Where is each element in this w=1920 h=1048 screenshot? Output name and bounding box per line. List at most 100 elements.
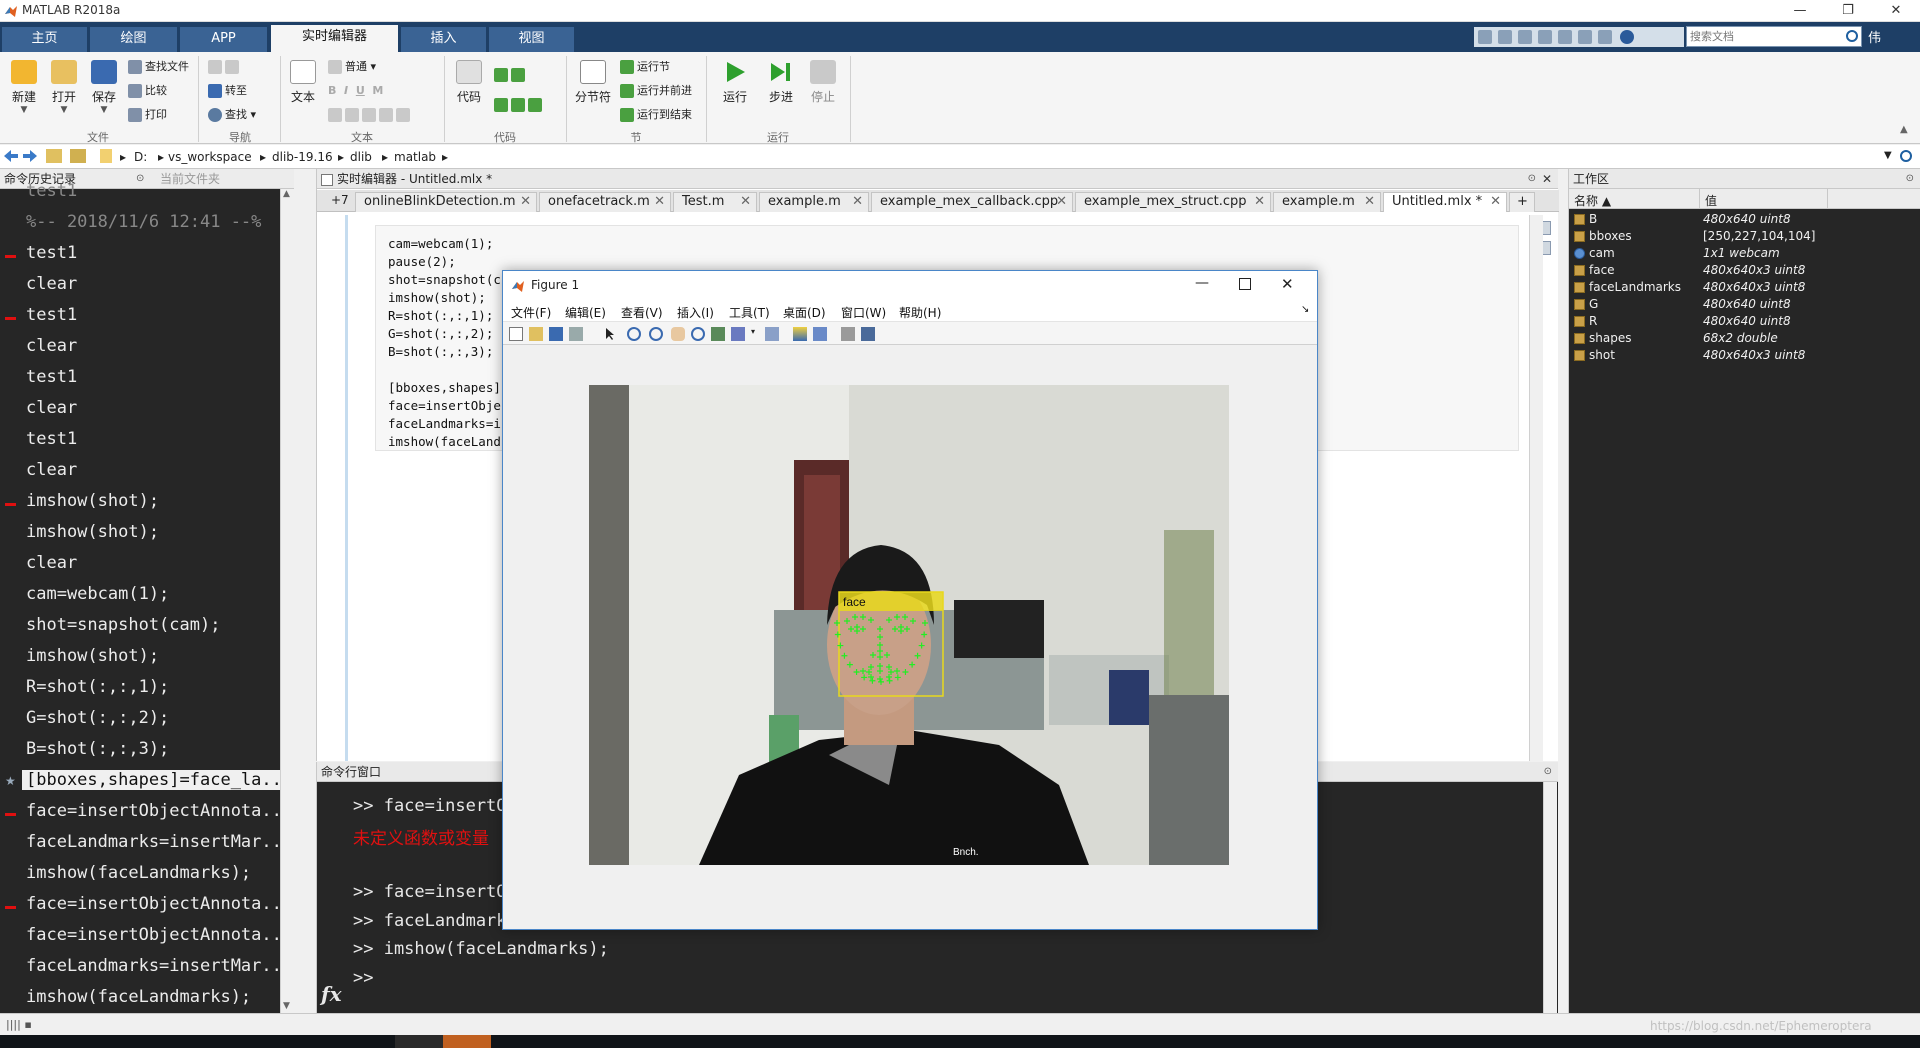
function-browser-button[interactable]: fx xyxy=(321,982,342,1006)
history-item[interactable]: cam=webcam(1); xyxy=(26,584,169,604)
history-item[interactable]: clear xyxy=(26,553,77,573)
code-line[interactable]: imshow(shot); xyxy=(388,290,486,305)
history-item[interactable]: %-- 2018/11/6 12:41 --% xyxy=(26,212,261,232)
workspace-variable-row[interactable]: R 480x640 uint8 xyxy=(1569,313,1920,330)
editor-tab[interactable]: onefacetrack.m ✕ xyxy=(539,192,671,212)
brush-icon[interactable] xyxy=(731,327,745,341)
figure-image-axes[interactable]: Bnch. face xyxy=(589,385,1229,865)
command-input[interactable] xyxy=(347,978,1537,1008)
history-item[interactable]: face=insertObjectAnnota... xyxy=(26,925,292,945)
history-item[interactable]: clear xyxy=(26,274,77,294)
workspace-options-icon[interactable]: ⊙ xyxy=(1906,169,1914,189)
stop-button[interactable]: 停止 xyxy=(806,60,840,105)
close-tab-icon[interactable]: ✕ xyxy=(1490,193,1501,211)
figure-menu-view[interactable]: 查看(V) xyxy=(621,304,663,321)
history-item[interactable]: test1 xyxy=(26,181,77,201)
close-tab-icon[interactable]: ✕ xyxy=(654,193,665,211)
figure-menu-insert[interactable]: 插入(I) xyxy=(677,304,714,321)
breadcrumb-item[interactable]: dlib-19.16 xyxy=(272,150,333,164)
code-line[interactable]: pause(2); xyxy=(388,254,456,269)
history-item[interactable]: clear xyxy=(26,460,77,480)
new-button[interactable]: 新建 ▼ xyxy=(6,60,42,115)
command-window-options-icon[interactable]: ⊙ xyxy=(1544,762,1552,782)
editor-tab[interactable]: example_mex_struct.cpp ✕ xyxy=(1075,192,1271,212)
close-button[interactable]: ✕ xyxy=(1876,0,1916,22)
code-indent-buttons[interactable] xyxy=(494,96,545,114)
editor-options-icon[interactable]: ⊙ xyxy=(1528,169,1536,189)
figure-menu-desktop[interactable]: 桌面(D) xyxy=(783,304,826,321)
command-scrollbar[interactable] xyxy=(1543,782,1557,1014)
close-tab-icon[interactable]: ✕ xyxy=(1364,193,1375,211)
editor-close-icon[interactable]: ✕ xyxy=(1542,169,1552,189)
history-options-icon[interactable]: ⊙ xyxy=(136,169,144,189)
zoom-in-icon[interactable] xyxy=(627,327,641,341)
current-folder-tab[interactable]: 当前文件夹 xyxy=(160,169,220,189)
figure-menu-tools[interactable]: 工具(T) xyxy=(729,304,770,321)
cut-icon[interactable] xyxy=(1498,30,1512,44)
close-tab-icon[interactable]: ✕ xyxy=(852,193,863,211)
save-button[interactable]: 保存 ▼ xyxy=(86,60,122,115)
figure-window[interactable]: Figure 1 — ✕ 文件(F) 编辑(E) 查看(V) 插入(I) 工具(… xyxy=(502,270,1318,930)
history-item[interactable]: imshow(shot); xyxy=(26,646,159,666)
breadcrumb-item[interactable]: dlib xyxy=(350,150,372,164)
text-button[interactable]: 文本 xyxy=(286,60,320,105)
history-item[interactable]: clear xyxy=(26,336,77,356)
paste-icon[interactable] xyxy=(1538,30,1552,44)
code-line[interactable]: face=insertObje xyxy=(388,398,501,413)
editor-tab[interactable]: example_mex_callback.cpp ✕ xyxy=(871,192,1073,212)
history-item[interactable]: [bboxes,shapes]=face_la... xyxy=(22,770,297,790)
history-item[interactable]: clear xyxy=(26,398,77,418)
search-icon[interactable] xyxy=(1846,30,1858,42)
nav-up-button[interactable] xyxy=(208,58,242,76)
run-section-button[interactable]: 运行节 xyxy=(620,58,670,76)
history-item[interactable]: shot=snapshot(cam); xyxy=(26,615,220,635)
add-tab-button[interactable]: + xyxy=(1509,192,1535,212)
tab-home[interactable]: 主页 xyxy=(2,27,88,52)
breadcrumb-item[interactable]: vs_workspace xyxy=(168,150,252,164)
editor-tab[interactable]: example.m ✕ xyxy=(1273,192,1381,212)
close-tab-icon[interactable]: ✕ xyxy=(1254,193,1265,211)
step-button[interactable]: 步进 xyxy=(764,60,798,105)
link-plot-icon[interactable] xyxy=(765,327,779,341)
figure-dock-icon[interactable]: ↘ xyxy=(1301,304,1309,315)
figure-menu-window[interactable]: 窗口(W) xyxy=(841,304,886,321)
history-item[interactable]: imshow(shot); xyxy=(26,491,159,511)
redo-icon[interactable] xyxy=(1578,30,1592,44)
history-item[interactable]: face=insertObjectAnnota... xyxy=(26,894,292,914)
history-favorite-icon[interactable]: ★ xyxy=(5,774,16,788)
switch-windows-icon[interactable] xyxy=(1598,30,1612,44)
history-item[interactable]: face=insertObjectAnnota... xyxy=(26,801,292,821)
minimize-button[interactable]: — xyxy=(1780,0,1820,22)
help-icon[interactable] xyxy=(1620,30,1634,44)
tab-plots[interactable]: 绘图 xyxy=(90,27,178,52)
column-value[interactable]: 值 xyxy=(1705,192,1717,209)
copy-icon[interactable] xyxy=(1518,30,1532,44)
code-line[interactable]: cam=webcam(1); xyxy=(388,236,493,251)
pan-hand-icon[interactable] xyxy=(671,327,685,341)
search-documentation-input[interactable]: 搜索文档 xyxy=(1686,26,1862,47)
find-files-button[interactable]: 查找文件 xyxy=(128,58,189,76)
history-item[interactable]: faceLandmarks=insertMar... xyxy=(26,956,292,976)
workspace-variable-row[interactable]: B 480x640 uint8 xyxy=(1569,211,1920,228)
new-figure-icon[interactable] xyxy=(509,327,523,341)
history-item[interactable]: test1 xyxy=(26,305,77,325)
data-cursor-icon[interactable] xyxy=(711,327,725,341)
zoom-out-icon[interactable] xyxy=(649,327,663,341)
search-folder-icon[interactable] xyxy=(1900,150,1912,162)
code-line[interactable]: imshow(faceLand xyxy=(388,434,501,449)
rotate-3d-icon[interactable] xyxy=(691,327,705,341)
column-divider[interactable] xyxy=(1699,189,1700,209)
open-file-icon[interactable] xyxy=(529,327,543,341)
run-button[interactable]: 运行 xyxy=(718,60,752,105)
figure-close-button[interactable]: ✕ xyxy=(1281,275,1294,293)
editor-tab[interactable]: example.m ✕ xyxy=(759,192,869,212)
brush-dropdown-icon[interactable]: ▾ xyxy=(751,327,765,341)
figure-menu-file[interactable]: 文件(F) xyxy=(511,304,551,321)
show-plot-tools-icon[interactable] xyxy=(861,327,875,341)
address-dropdown-icon[interactable]: ▼ xyxy=(1884,150,1892,161)
breadcrumb-item[interactable]: matlab xyxy=(394,150,436,164)
colorbar-icon[interactable] xyxy=(793,327,807,341)
code-line[interactable]: faceLandmarks=i xyxy=(388,416,501,431)
find-button[interactable]: 查找 ▾ xyxy=(208,106,256,124)
legend-icon[interactable] xyxy=(813,327,827,341)
